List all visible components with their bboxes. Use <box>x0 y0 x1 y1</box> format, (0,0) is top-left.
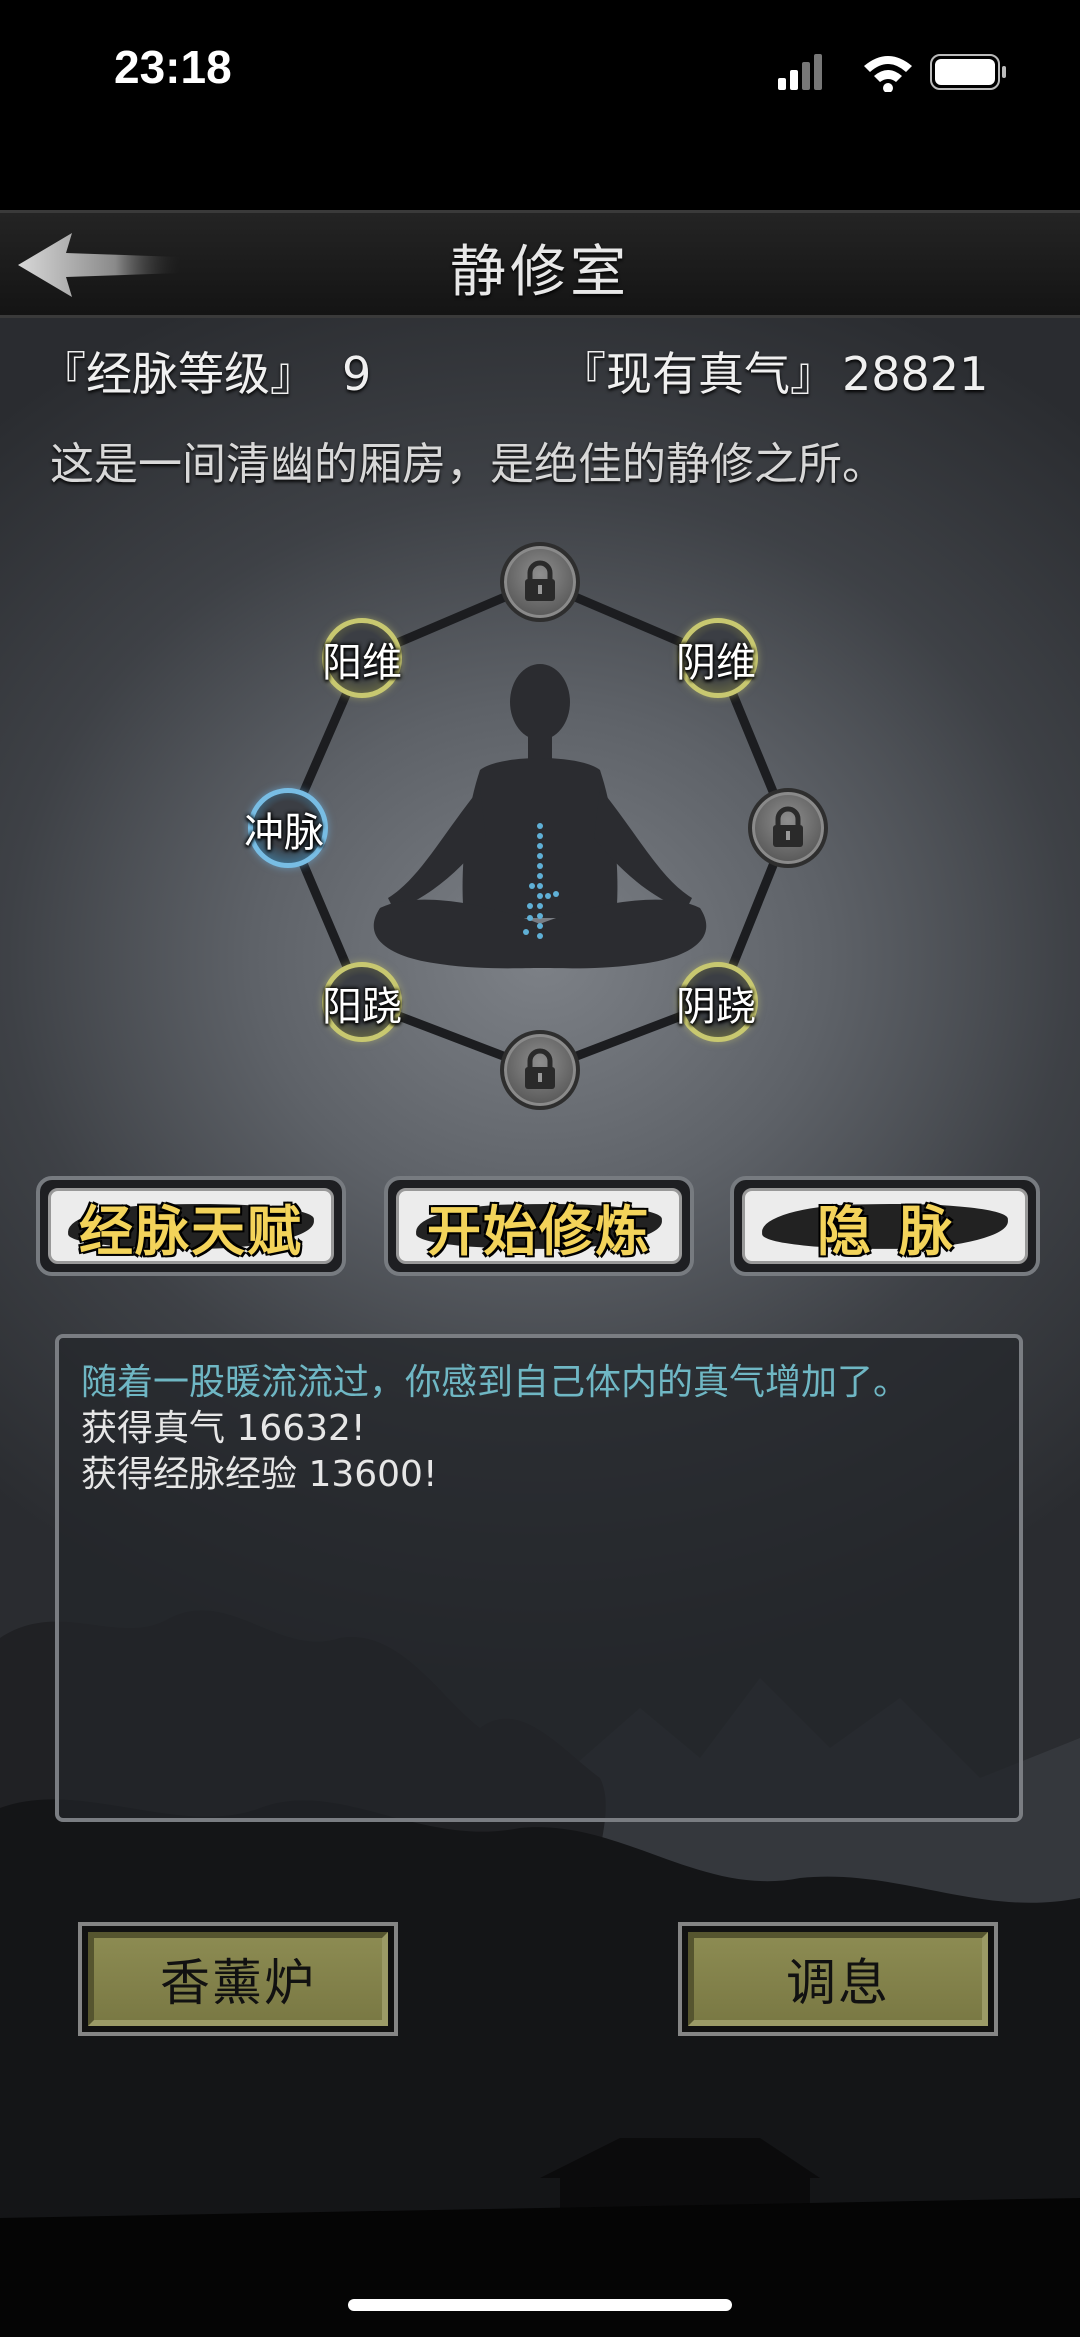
meditation-room-scene: 『经脉等级』 9 『现有真气』 28821 这是一间清幽的厢房，是绝佳的静修之所。 <box>0 318 1080 2337</box>
padlock-icon <box>525 560 555 601</box>
log-line: 随着一股暖流流过，你感到自己体内的真气增加了。 <box>81 1362 910 1403</box>
qi-value: 28821 <box>842 347 989 401</box>
meridian-level-stat: 『经脉等级』 9 <box>40 338 371 404</box>
header-bar: 静修室 <box>0 210 1080 318</box>
incense-burner-button[interactable]: 香薰炉 <box>78 1922 398 2036</box>
qi-stat: 『现有真气』 28821 <box>560 338 988 404</box>
log-line: 获得真气 16632! <box>81 1408 366 1449</box>
rest-breathing-button[interactable]: 调息 <box>678 1922 998 2036</box>
rest-breathing-label: 调息 <box>786 1954 890 2012</box>
padlock-icon <box>525 1048 555 1089</box>
incense-burner-label: 香薰炉 <box>160 1954 316 2012</box>
meridian-label-yang-wei: 阳维 <box>322 640 402 686</box>
meridian-talent-button[interactable]: 经脉天赋 <box>36 1176 346 1276</box>
status-bar: 23:18 <box>0 0 1080 140</box>
meridian-label-chong-mai: 冲脉 <box>244 810 324 856</box>
cellular-signal-icon <box>778 54 822 90</box>
wifi-icon <box>864 56 912 92</box>
locked-meridian-node-right[interactable] <box>748 788 828 868</box>
meridian-talent-label: 经脉天赋 <box>79 1199 303 1263</box>
meridian-label-yin-qiao: 阴跷 <box>676 984 756 1030</box>
log-line: 获得经脉经验 13600! <box>81 1454 438 1495</box>
locked-meridian-node-top[interactable] <box>500 542 580 622</box>
meridian-label-yang-qiao: 阳跷 <box>322 984 402 1030</box>
padlock-icon <box>773 806 803 847</box>
hidden-meridian-label: 隐脉 <box>817 1199 981 1263</box>
cultivation-log-panel[interactable]: 随着一股暖流流过，你感到自己体内的真气增加了。 获得真气 16632! 获得经脉… <box>55 1334 1023 1822</box>
meridian-level-value: 9 <box>342 347 372 401</box>
spine-energy-dots <box>523 823 559 939</box>
qi-label: 『现有真气』 <box>560 347 836 401</box>
hidden-meridian-button[interactable]: 隐脉 <box>730 1176 1040 1276</box>
home-indicator[interactable] <box>348 2299 732 2311</box>
meditating-figure <box>373 664 707 969</box>
battery-icon <box>930 54 1006 90</box>
page-title: 静修室 <box>450 240 630 305</box>
start-cultivation-label: 开始修炼 <box>427 1199 651 1263</box>
meridian-label-yin-wei: 阴维 <box>676 640 756 686</box>
locked-meridian-node-bottom[interactable] <box>500 1030 580 1110</box>
screen: 23:18 静修室 『经脉等级』 9 『现有真气』 28821 这是一间清幽的厢… <box>0 0 1080 2337</box>
start-cultivation-button[interactable]: 开始修炼 <box>384 1176 694 1276</box>
room-description: 这是一间清幽的厢房，是绝佳的静修之所。 <box>50 439 886 490</box>
status-icons <box>778 54 1006 92</box>
status-time: 23:18 <box>114 41 232 93</box>
meridian-level-label: 『经脉等级』 <box>40 347 316 401</box>
